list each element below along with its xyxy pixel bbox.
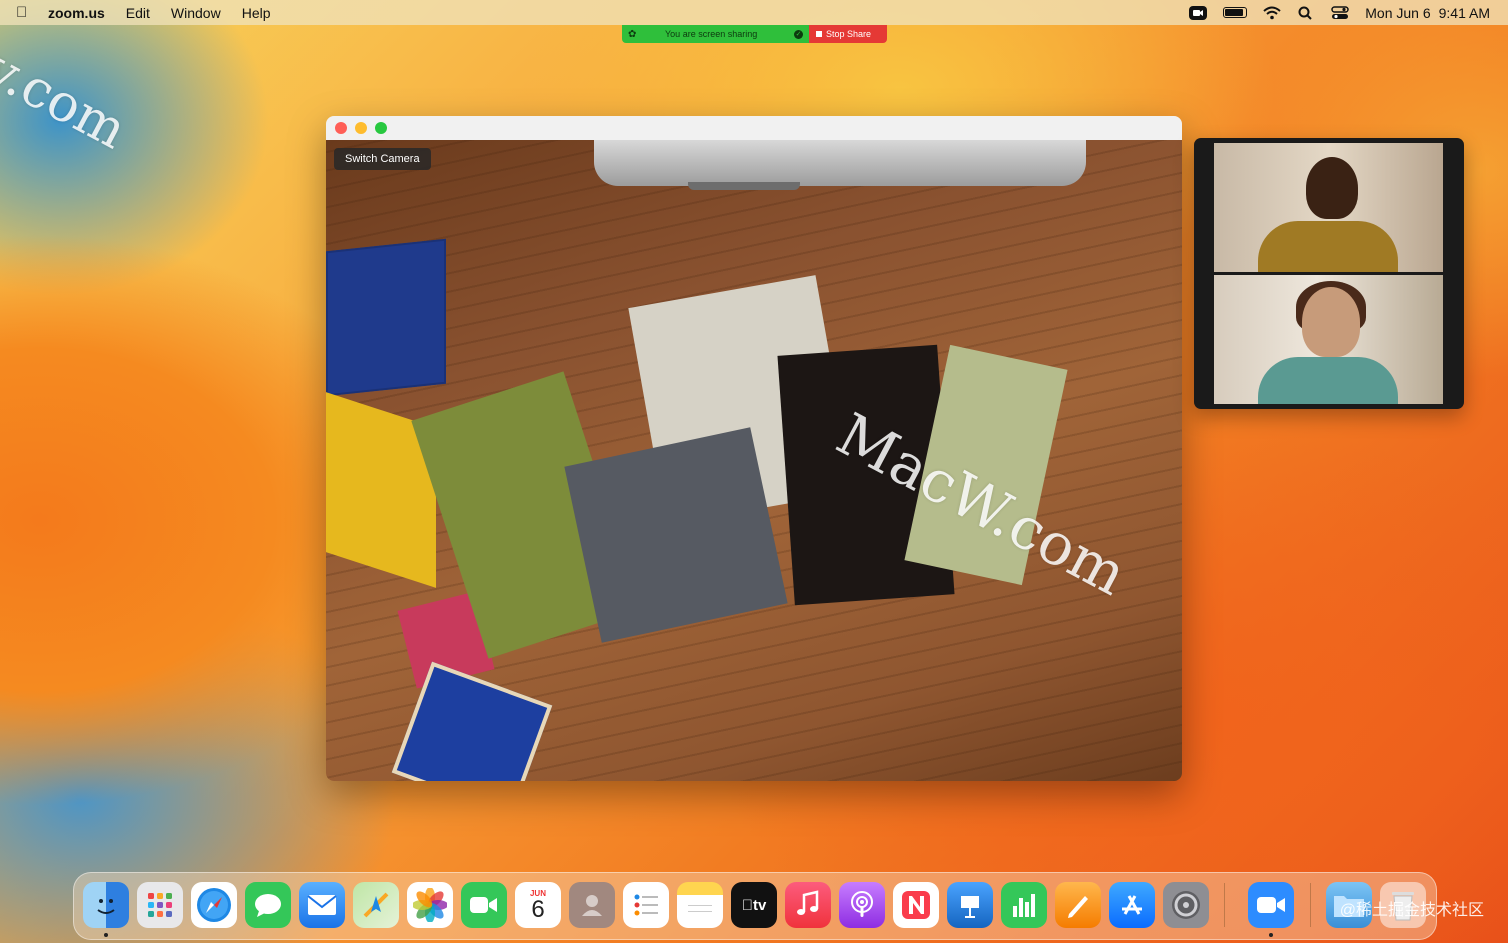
calendar-icon[interactable]: JUN 6	[515, 882, 561, 928]
calendar-day: 6	[531, 895, 545, 923]
dock-separator	[1310, 883, 1311, 927]
menu-time[interactable]: 9:41 AM	[1439, 5, 1490, 21]
pages-icon[interactable]	[1055, 882, 1101, 928]
window-titlebar[interactable]	[326, 116, 1182, 141]
laptop-hinge	[688, 182, 800, 190]
menu-edit[interactable]: Edit	[126, 5, 150, 21]
app-menu[interactable]: zoom.us	[48, 5, 105, 21]
stop-icon	[816, 31, 822, 37]
minimize-window-button[interactable]	[355, 122, 367, 134]
music-icon[interactable]	[785, 882, 831, 928]
camera-video-feed: Switch Camera	[326, 140, 1182, 781]
maps-icon[interactable]	[353, 882, 399, 928]
menu-bar:  zoom.us Edit Window Help Mon Jun 6 9:4…	[0, 0, 1508, 25]
blue-terrazzo-block	[326, 238, 446, 397]
screen-sharing-banner: ✿ You are screen sharing ✓ Stop Share	[622, 25, 887, 43]
menu-extras: Mon Jun 6 9:41 AM	[1189, 0, 1490, 25]
mail-icon[interactable]	[299, 882, 345, 928]
stop-share-label: Stop Share	[826, 29, 872, 39]
zoom-running-dot	[1269, 933, 1273, 937]
sharing-status-text: You are screen sharing	[665, 29, 758, 39]
notes-icon[interactable]	[677, 882, 723, 928]
participant-avatar	[1306, 157, 1358, 219]
apple-tv-label: tv	[747, 896, 766, 914]
zoom-icon[interactable]	[1248, 882, 1294, 928]
watermark-top-left: v.com	[0, 38, 136, 162]
zoom-video-window: Switch Camera	[326, 116, 1182, 781]
facetime-icon[interactable]	[461, 882, 507, 928]
menu-date[interactable]: Mon Jun 6	[1365, 5, 1430, 21]
apple-menu-icon[interactable]: 	[16, 4, 38, 21]
podcasts-icon[interactable]	[839, 882, 885, 928]
finder-icon[interactable]	[83, 882, 129, 928]
grey-fabric-swatch	[564, 427, 788, 643]
participants-panel	[1194, 138, 1464, 409]
messages-icon[interactable]	[245, 882, 291, 928]
fullscreen-window-button[interactable]	[375, 122, 387, 134]
dock-separator	[1224, 883, 1225, 927]
wifi-icon[interactable]	[1263, 6, 1281, 20]
contacts-icon[interactable]	[569, 882, 615, 928]
news-icon[interactable]	[893, 882, 939, 928]
keynote-icon[interactable]	[947, 882, 993, 928]
participant-video-tile[interactable]	[1214, 143, 1443, 272]
shield-check-icon: ✓	[794, 29, 803, 39]
switch-camera-button[interactable]: Switch Camera	[334, 148, 431, 170]
system-settings-icon[interactable]	[1163, 882, 1209, 928]
watermark-bottom-right: @稀土掘金技术社区	[1339, 902, 1484, 919]
participant-body	[1258, 357, 1398, 404]
numbers-icon[interactable]	[1001, 882, 1047, 928]
zoom-status-icon[interactable]	[1189, 5, 1208, 20]
close-window-button[interactable]	[335, 122, 347, 134]
safari-icon[interactable]	[191, 882, 237, 928]
battery-icon[interactable]	[1223, 7, 1248, 18]
spotlight-search-icon[interactable]	[1297, 6, 1315, 20]
participant-body	[1258, 221, 1398, 272]
photos-icon[interactable]	[407, 882, 453, 928]
apple-tv-icon[interactable]: tv	[731, 882, 777, 928]
dock: JUN 6 tv	[73, 872, 1437, 940]
control-center-icon[interactable]	[1331, 5, 1349, 20]
sharing-leaf-icon: ✿	[628, 28, 637, 40]
participant-avatar	[1302, 287, 1360, 357]
sharing-status[interactable]: ✿ You are screen sharing ✓	[622, 25, 809, 43]
laptop-edge	[594, 140, 1086, 186]
launchpad-icon[interactable]	[137, 882, 183, 928]
menu-window[interactable]: Window	[171, 5, 221, 21]
participant-video-tile[interactable]	[1214, 275, 1443, 404]
finder-running-dot	[104, 933, 108, 937]
reminders-icon[interactable]	[623, 882, 669, 928]
menu-help[interactable]: Help	[242, 5, 271, 21]
stop-share-button[interactable]: Stop Share	[809, 25, 887, 43]
app-store-icon[interactable]	[1109, 882, 1155, 928]
